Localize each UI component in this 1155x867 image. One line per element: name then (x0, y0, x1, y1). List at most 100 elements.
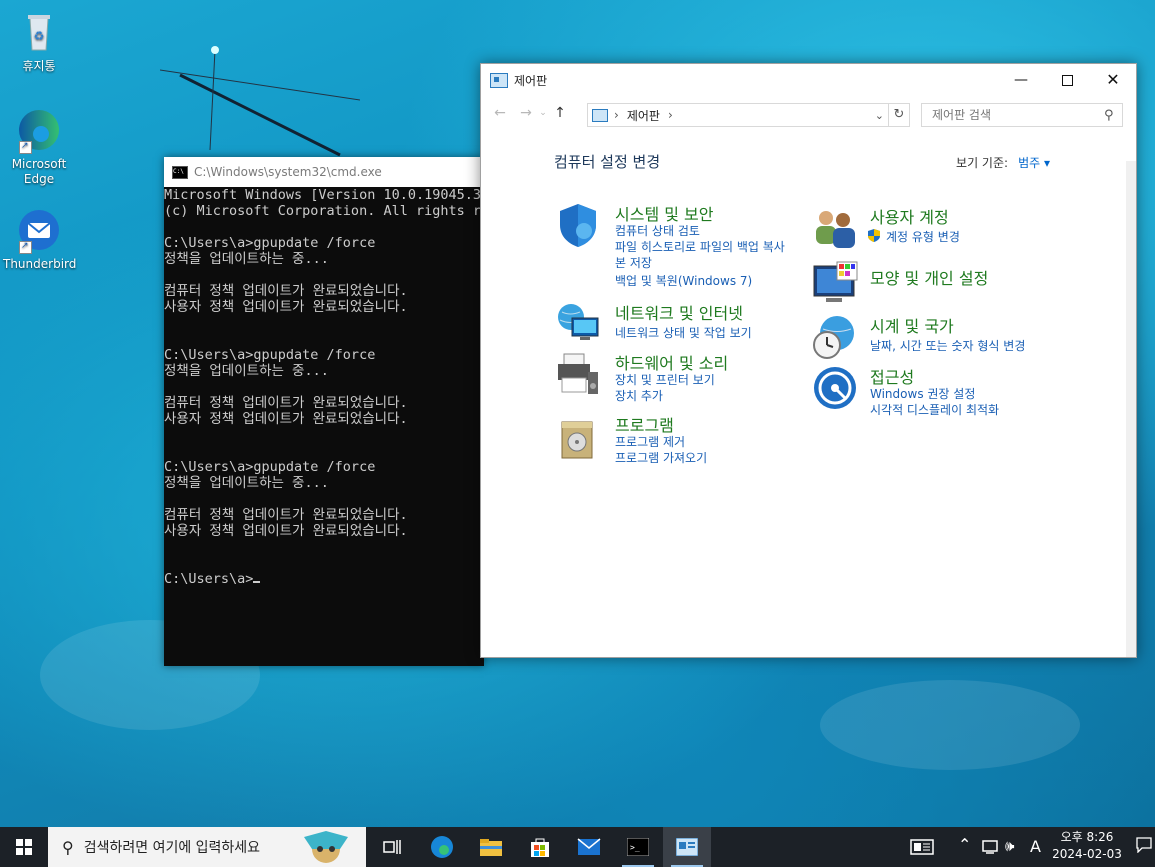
wallpaper-wave (820, 680, 1080, 770)
search-icon: ⚲ (1104, 107, 1114, 123)
volume-icon[interactable]: 🕪 (1005, 837, 1014, 855)
taskbar-control-panel[interactable] (663, 827, 711, 867)
search-highlight-image (304, 831, 348, 863)
recycle-bin-label: 휴지통 (22, 59, 56, 73)
breadcrumb-control-panel[interactable]: 제어판 (627, 107, 660, 124)
news-widget-icon[interactable] (910, 839, 934, 858)
svg-text:>_: >_ (630, 843, 640, 852)
taskbar-search[interactable]: ⚲ 검색하려면 여기에 입력하세요 (48, 827, 366, 867)
link-network-status[interactable]: 네트워크 상태 및 작업 보기 (615, 324, 752, 341)
task-view-button[interactable] (368, 827, 416, 867)
link-review-status[interactable]: 컴퓨터 상태 검토 (615, 222, 700, 239)
view-by-value: 범주 (1018, 156, 1041, 170)
windows-logo-icon (16, 839, 32, 855)
control-panel-search-input[interactable] (930, 107, 1104, 123)
refresh-button[interactable]: ↻ (888, 103, 910, 127)
network-globe-icon (558, 304, 599, 340)
taskbar-edge[interactable] (418, 827, 466, 867)
category-title-network[interactable]: 네트워크 및 인터넷 (615, 300, 743, 324)
link-optimize-display[interactable]: 시각적 디스플레이 최적화 (870, 401, 999, 418)
link-file-history[interactable]: 파일 히스토리로 파일의 백업 복사 (615, 238, 785, 255)
view-by-dropdown[interactable]: 범주 ▾ (1018, 156, 1050, 170)
clock-date: 2024-02-03 (1052, 847, 1122, 861)
svg-text:♻: ♻ (34, 29, 45, 43)
vertical-scrollbar[interactable] (1126, 161, 1136, 657)
ime-indicator[interactable]: A (1030, 837, 1041, 856)
address-bar[interactable]: › 제어판 › ⌄ (587, 103, 889, 127)
taskbar: ⚲ 검색하려면 여기에 입력하세요 >_ ⌃ 🕪 A 오후 8:26 2024-… (0, 827, 1155, 867)
category-title-appearance[interactable]: 모양 및 개인 설정 (870, 265, 988, 289)
taskbar-cmd[interactable]: >_ (614, 827, 662, 867)
user-accounts-icon (816, 211, 855, 248)
shield-icon (560, 204, 596, 247)
cmd-icon: >_ (627, 838, 649, 856)
category-title-user-accounts[interactable]: 사용자 계정 (870, 204, 949, 228)
link-change-account-type[interactable]: 계정 유형 변경 (886, 228, 960, 245)
link-uninstall-program[interactable]: 프로그램 제거 (615, 433, 685, 450)
link-windows-recommended[interactable]: Windows 권장 설정 (870, 385, 975, 402)
cmd-app-icon: C:\ (172, 165, 188, 179)
printer-icon (558, 353, 598, 394)
link-backup-restore[interactable]: 백업 및 복원(Windows 7) (615, 272, 752, 289)
cmd-window[interactable]: C:\ C:\Windows\system32\cmd.exe Microsof… (164, 157, 484, 666)
mail-envelope-icon (577, 838, 601, 855)
control-panel-titlebar[interactable]: 제어판 — ✕ (481, 64, 1136, 96)
task-view-icon (383, 840, 401, 854)
back-arrow-icon[interactable]: ← (489, 105, 511, 121)
cmd-title: C:\Windows\system32\cmd.exe (194, 165, 382, 179)
link-date-time-format[interactable]: 날짜, 시간 또는 숫자 형식 변경 (870, 337, 1025, 354)
thunderbird-label: Thunderbird (3, 257, 77, 271)
category-title-clock-region[interactable]: 시계 및 국가 (870, 313, 954, 337)
control-panel-window[interactable]: 제어판 — ✕ ← → ⌄ ↑ › 제어판 › ⌄ ↻ ⚲ 컴퓨터 설정 변경 … (480, 63, 1137, 658)
link-devices-printers[interactable]: 장치 및 프린터 보기 (615, 371, 715, 388)
view-by-label: 보기 기준: (956, 156, 1009, 170)
taskbar-mail[interactable] (565, 827, 613, 867)
minimize-button[interactable]: — (998, 64, 1044, 96)
view-by: 보기 기준: 범주 ▾ (956, 154, 1050, 171)
address-cp-icon (592, 108, 608, 122)
link-file-history-cont[interactable]: 본 저장 (615, 254, 652, 271)
folder-icon (480, 839, 502, 856)
ease-of-access-icon (814, 367, 856, 409)
address-dropdown-icon[interactable]: ⌄ (875, 109, 884, 122)
clock-time: 오후 8:26 (1060, 830, 1114, 844)
link-get-programs[interactable]: 프로그램 가져오기 (615, 449, 707, 466)
notification-icon[interactable] (1136, 837, 1152, 856)
tray-chevron-up-icon[interactable]: ⌃ (958, 835, 971, 854)
taskbar-file-explorer[interactable] (467, 827, 515, 867)
control-panel-icon (676, 838, 698, 856)
recycle-bin-icon: ♻ (15, 8, 63, 56)
clock-globe-icon (813, 316, 854, 359)
taskbar-store[interactable] (516, 827, 564, 867)
page-title: 컴퓨터 설정 변경 (554, 153, 661, 171)
recent-chevron-icon[interactable]: ⌄ (537, 108, 549, 118)
clock[interactable]: 오후 8:26 2024-02-03 (1052, 829, 1122, 863)
thunderbird-icon (15, 206, 63, 254)
edge-label: Microsoft Edge (11, 157, 67, 186)
wallpaper-mast (160, 46, 360, 157)
network-icon[interactable] (982, 839, 1000, 858)
store-bag-icon (531, 838, 549, 857)
breadcrumb-separator-icon: › (667, 108, 673, 122)
uac-shield-icon (868, 229, 880, 242)
address-row: ← → ⌄ ↑ › 제어판 › ⌄ ↻ ⚲ (481, 96, 1136, 130)
search-icon: ⚲ (62, 837, 74, 857)
up-arrow-icon[interactable]: ↑ (549, 105, 571, 121)
control-panel-app-icon (490, 72, 508, 88)
cmd-output-text: Microsoft Windows [Version 10.0.19045.39… (164, 187, 484, 587)
link-add-device[interactable]: 장치 추가 (615, 387, 663, 404)
maximize-button[interactable] (1044, 64, 1090, 96)
control-panel-title: 제어판 (514, 73, 548, 88)
taskbar-search-placeholder: 검색하려면 여기에 입력하세요 (83, 840, 261, 856)
cmd-titlebar[interactable]: C:\ C:\Windows\system32\cmd.exe (164, 157, 484, 187)
cmd-console-output[interactable]: Microsoft Windows [Version 10.0.19045.39… (164, 187, 484, 587)
forward-arrow-icon[interactable]: → (515, 105, 537, 121)
cmd-cursor (253, 581, 261, 583)
close-button[interactable]: ✕ (1090, 64, 1136, 96)
control-panel-search[interactable]: ⚲ (921, 103, 1123, 127)
edge-icon (431, 836, 453, 858)
recycle-bin-shortcut[interactable]: ♻ 휴지통 (3, 8, 75, 74)
start-button[interactable] (0, 827, 48, 867)
thunderbird-shortcut[interactable]: Thunderbird (3, 206, 77, 272)
edge-shortcut[interactable]: Microsoft Edge (3, 106, 75, 187)
